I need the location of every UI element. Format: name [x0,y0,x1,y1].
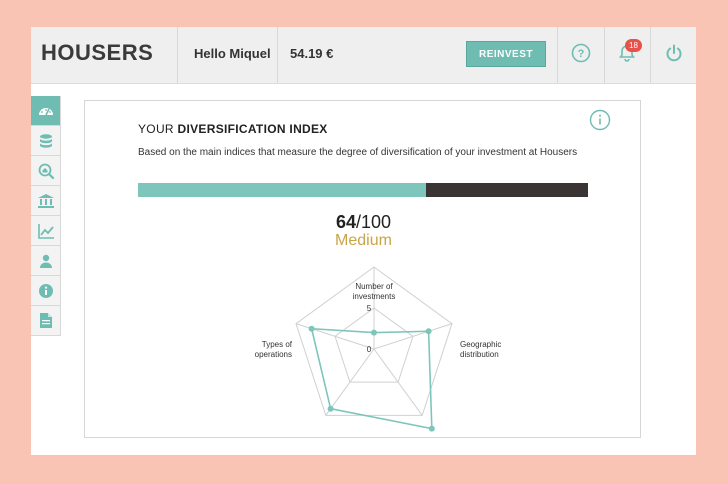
document-icon [39,313,52,328]
sidebar-item-profile[interactable] [31,246,61,276]
radar-axis-label: Number of [355,282,393,291]
power-icon[interactable] [661,40,687,66]
radar-series-line [310,327,433,430]
sidebar-item-investments[interactable] [31,126,61,156]
sidebar [31,96,61,336]
bank-icon [37,193,54,208]
radar-axis-label: operations [255,350,292,359]
help-icon[interactable]: ? [568,40,594,66]
radar-data-point [425,328,432,335]
radar-axis-label: investments [353,292,396,301]
radar-axis-line [373,323,453,350]
sidebar-item-dashboard[interactable] [31,96,61,126]
svg-text:?: ? [578,48,585,60]
divider [177,27,178,83]
search-property-icon [38,163,54,179]
diversification-radar-chart: 0 5 Number ofinvestments Geographicdistribu… [255,266,501,439]
radar-axis-label: Geographic [460,340,501,349]
divider [650,27,651,83]
sidebar-item-search[interactable] [31,156,61,186]
sidebar-item-statistics[interactable] [31,216,61,246]
app-window: HOUSERS Hello Miquel 54.19 € REINVEST ? … [31,27,696,455]
radar-axis-label: Types of assets [262,438,318,439]
database-icon [39,133,52,148]
radar-data-point [308,325,315,332]
divider [277,27,278,83]
diversification-index-card: YOUR DIVERSIFICATION INDEX Based on the … [84,100,641,439]
top-bar: HOUSERS Hello Miquel 54.19 € REINVEST ? … [31,27,696,84]
radar-data-point [371,329,377,336]
balance-text: 54.19 € [290,46,334,61]
radar-data-point [428,425,435,432]
radar-data-point [327,405,334,412]
chart-line-icon [37,223,54,239]
dashboard-gauge-icon [38,107,53,115]
radar-axis-label: Amount invested [418,438,478,439]
radar-axis-label: distribution [460,350,499,359]
reinvest-button[interactable]: REINVEST [466,41,546,67]
sidebar-item-info[interactable] [31,276,61,306]
housers-logo[interactable]: HOUSERS [41,40,153,66]
radar-axis-label: Types of [262,340,293,349]
info-icon [38,283,53,298]
divider [604,27,605,83]
notification-count-badge: 18 [625,39,642,52]
divider [557,27,558,83]
radar-axis-line [295,323,375,350]
user-icon [39,254,52,268]
radar-tick-label: 0 [367,345,372,354]
greeting-text: Hello Miquel [194,46,271,61]
sidebar-item-bank[interactable] [31,186,61,216]
radar-tick-label: 5 [367,304,372,313]
sidebar-item-documents[interactable] [31,306,61,336]
